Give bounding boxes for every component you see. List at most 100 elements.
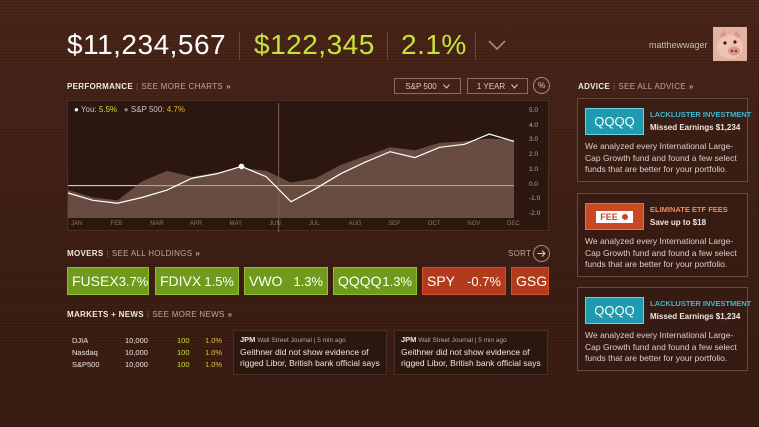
market-value: 10,000 <box>125 336 148 345</box>
x-tick-label: JAN <box>71 221 83 227</box>
x-tick-label: JUL <box>308 221 320 227</box>
header-divider <box>387 32 388 60</box>
y-tick-label: 3.0 <box>529 136 539 144</box>
advice-card[interactable]: QQQQ LACKLUSTER INVESTMENT Missed Earnin… <box>577 98 752 182</box>
double-chevron-right-icon[interactable]: » <box>689 82 694 91</box>
news-ticker: JPM <box>401 335 417 344</box>
sort-text: SORT <box>508 249 532 258</box>
legend-sp500-label: S&P 500: <box>130 105 165 114</box>
see-all-holdings-link[interactable]: SEE ALL HOLDINGS <box>112 249 193 258</box>
y-tick-label: 5.0 <box>529 106 539 114</box>
double-chevron-right-icon[interactable]: » <box>226 82 231 91</box>
chevron-down-icon <box>442 83 450 89</box>
news-item[interactable]: JPM Wall Street Journal | 5 min ago Geit… <box>394 330 548 375</box>
percent-toggle-button[interactable]: % <box>533 77 550 94</box>
news-item[interactable]: JPM Wall Street Journal | 5 min ago Geit… <box>233 330 387 375</box>
x-tick-label: AUG <box>348 221 362 227</box>
sort-label[interactable]: SORT <box>508 249 531 258</box>
legend-you-value: 5.5% <box>98 105 118 114</box>
performance-chart[interactable]: ● You: 5.5% ● S&P 500: 4.7% <box>67 100 549 232</box>
x-tick-label: MAY <box>229 221 243 227</box>
advice-card-subtitle: Missed Earnings $1,234 <box>650 312 741 321</box>
y-tick-label: 4.0 <box>529 121 539 129</box>
x-tick-label: DEC <box>507 221 520 227</box>
legend-you-label: You: <box>80 105 97 114</box>
advice-card-body: We analyzed every International Large-Ca… <box>585 330 737 363</box>
highlight-point[interactable] <box>238 163 245 170</box>
advice-logo: FEE <box>585 203 644 230</box>
mover-tile-fusex[interactable]: FUSEX 3.7% <box>67 267 149 295</box>
performance-chart-svg <box>68 103 515 232</box>
see-all-advice-link[interactable]: SEE ALL ADVICE <box>618 82 686 91</box>
portfolio-gain: $122,345 <box>254 29 375 60</box>
advice-card-title: LACKLUSTER INVESTMENT <box>650 110 752 119</box>
mover-tile-vwo[interactable]: VWO 1.3% <box>244 267 328 295</box>
y-tick-label: 1.0 <box>529 165 539 173</box>
advice-card-subtitle: Missed Earnings $1,234 <box>650 123 741 132</box>
mover-ticker: QQQQ <box>338 273 382 289</box>
mover-tile-fdivx[interactable]: FDIVX 1.5% <box>155 267 239 295</box>
expand-chevron-icon[interactable] <box>487 39 507 51</box>
advice-card-title: ELIMINATE ETF FEES <box>650 205 728 214</box>
news-source: JPM Wall Street Journal | 5 min ago <box>240 335 380 344</box>
mover-change: 1.3% <box>382 273 412 289</box>
movers-section-header: MOVERS | SEE ALL HOLDINGS» <box>67 249 201 258</box>
mover-ticker: FUSEX <box>72 273 119 289</box>
fee-tag-text: FEE <box>600 211 618 222</box>
fee-tag-icon: FEE <box>596 210 633 223</box>
market-percent: 1.0% <box>205 348 223 357</box>
y-tick-label: 0.0 <box>529 180 539 188</box>
series-area-sp500 <box>68 138 514 218</box>
market-index-list: DJIA 10,000 100 1.0% Nasdaq 10,000 100 1… <box>67 332 227 374</box>
x-tick-label: OCT <box>427 221 441 227</box>
pig-icon <box>713 27 747 61</box>
performance-title: PERFORMANCE <box>67 82 133 91</box>
market-percent: 1.0% <box>205 336 223 345</box>
advice-section-header: ADVICE | SEE ALL ADVICE» <box>578 82 694 91</box>
username[interactable]: matthewwager <box>649 40 708 50</box>
double-chevron-right-icon[interactable]: » <box>195 249 200 258</box>
y-tick-label: 2.0 <box>529 151 539 159</box>
advice-logo: QQQQ <box>585 297 644 324</box>
advice-title: ADVICE <box>578 82 611 91</box>
x-tick-label: APR <box>189 221 203 227</box>
market-name: DJIA <box>72 336 89 345</box>
avatar[interactable] <box>713 27 747 61</box>
market-change: 100 <box>177 360 190 369</box>
movers-title: MOVERS <box>67 249 104 258</box>
advice-card[interactable]: FEE ELIMINATE ETF FEES Save up to $18 We… <box>577 193 748 277</box>
arrow-right-icon <box>537 250 546 257</box>
portfolio-balance: $11,234,567 <box>67 29 227 60</box>
mover-tile-qqqq[interactable]: QQQQ 1.3% <box>333 267 417 295</box>
market-value: 10,000 <box>125 348 148 357</box>
tag-hole-icon <box>620 212 629 221</box>
x-tick-label: FEB <box>110 221 123 227</box>
news-headline: Geithner did not show evidence of rigged… <box>240 347 380 368</box>
sort-button[interactable] <box>533 245 550 262</box>
y-tick-label: -1.0 <box>529 195 541 203</box>
news-ticker: JPM <box>240 335 256 344</box>
double-chevron-right-icon[interactable]: » <box>228 310 233 319</box>
see-more-charts-link[interactable]: SEE MORE CHARTS <box>141 82 223 91</box>
news-source: JPM Wall Street Journal | 5 min ago <box>401 335 541 344</box>
chart-legend: ● You: 5.5% ● S&P 500: 4.7% <box>74 105 185 114</box>
mover-ticker: VWO <box>249 273 283 289</box>
period-dropdown[interactable]: 1 YEAR <box>467 78 528 94</box>
mover-change: 3.7% <box>118 273 149 289</box>
y-tick-label: -2.0 <box>529 210 541 218</box>
markets-title: MARKETS + NEWS <box>67 310 144 319</box>
benchmark-dropdown[interactable]: S&P 500 <box>394 78 461 94</box>
benchmark-dropdown-value: S&P 500 <box>405 81 437 91</box>
legend-dot-sp500: ● <box>123 105 129 114</box>
news-source-text: Wall Street Journal | 5 min ago <box>257 337 346 344</box>
advice-card-body: We analyzed every International Large-Ca… <box>585 236 737 269</box>
advice-card[interactable]: QQQQ LACKLUSTER INVESTMENT Missed Earnin… <box>577 287 752 371</box>
market-change: 100 <box>177 336 190 345</box>
see-more-news-link[interactable]: SEE MORE NEWS <box>152 310 224 319</box>
market-percent: 1.0% <box>205 360 223 369</box>
x-tick-label: JUN <box>269 221 281 227</box>
mover-tile-spy[interactable]: SPY -0.7% <box>422 267 506 295</box>
mover-tile-gsg[interactable]: GSG <box>511 267 549 295</box>
advice-card-title: LACKLUSTER INVESTMENT <box>650 299 752 308</box>
x-tick-label: MAR <box>150 221 164 227</box>
